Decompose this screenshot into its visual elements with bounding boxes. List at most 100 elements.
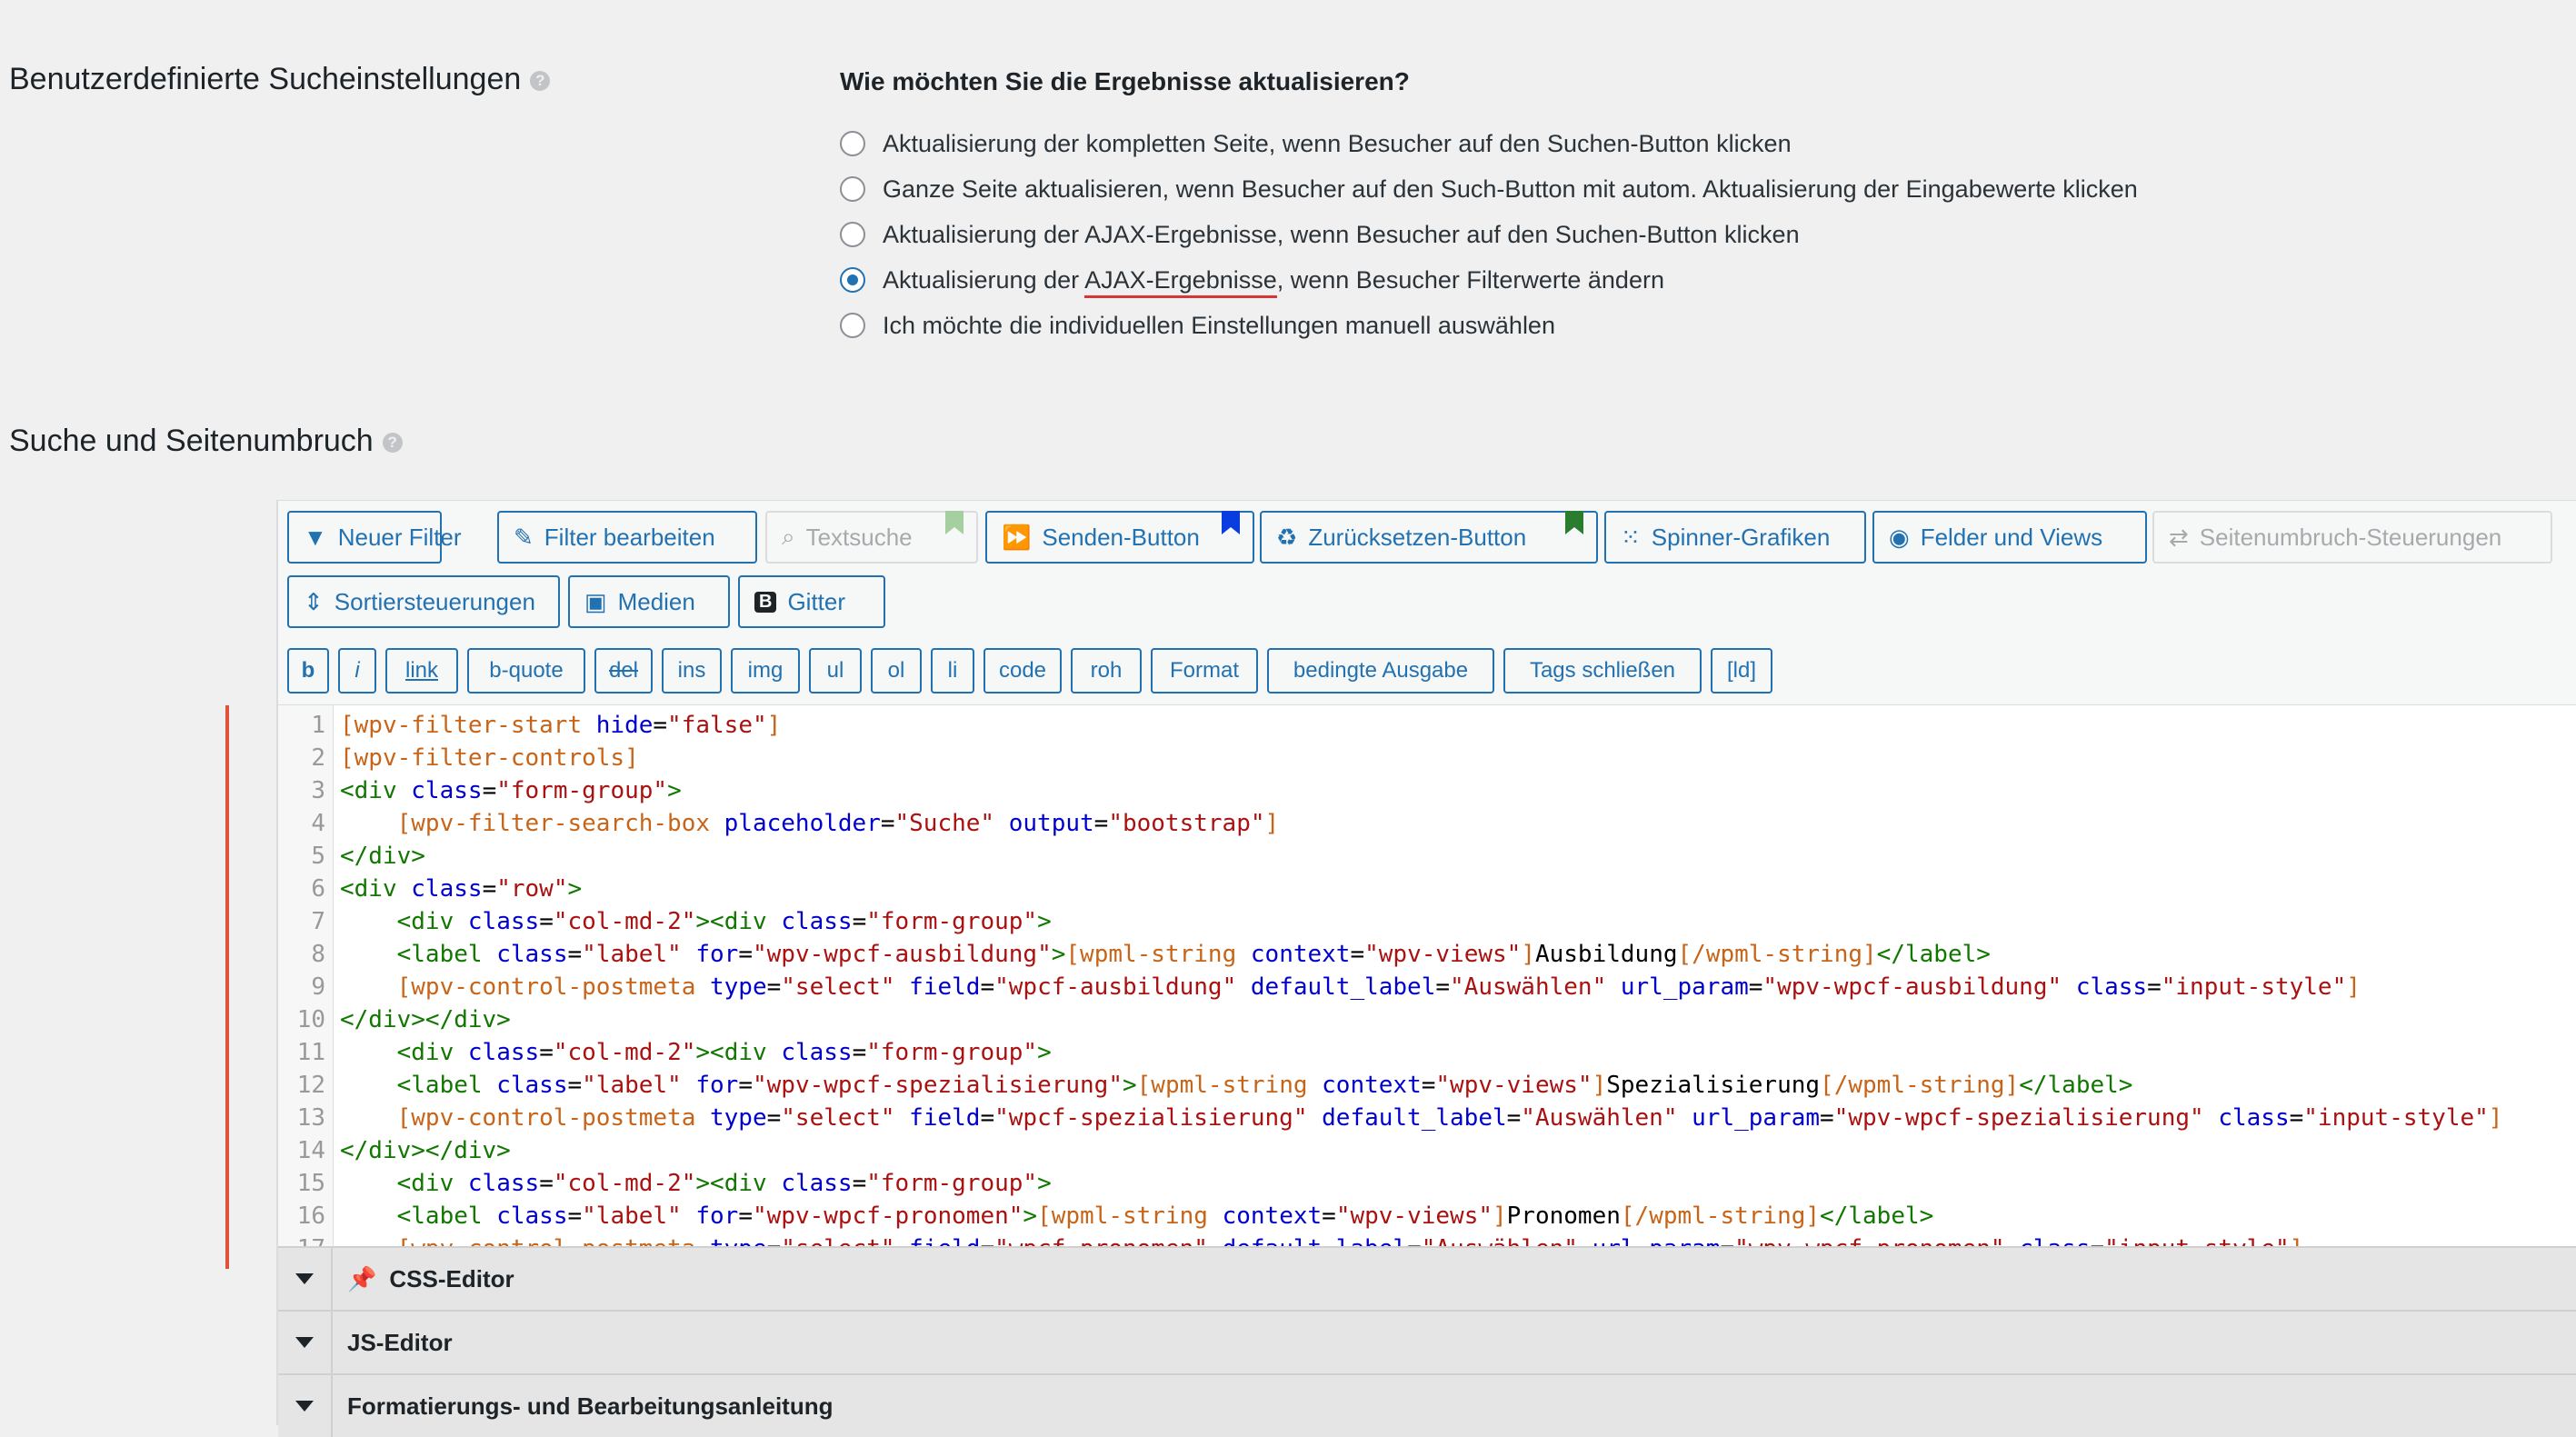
section-title-text: Suche und Seitenumbruch bbox=[9, 424, 374, 458]
caret-down-icon[interactable] bbox=[278, 1375, 333, 1437]
line-number: 2 bbox=[311, 744, 325, 772]
quicktag-code[interactable]: code bbox=[983, 648, 1062, 694]
radio-label: Aktualisierung der kompletten Seite, wen… bbox=[883, 129, 1792, 157]
text-search-button[interactable]: ⌕ Textsuche bbox=[765, 511, 978, 564]
code-text: <div class="row"> bbox=[340, 875, 583, 903]
panel-label: 📌 CSS-Editor bbox=[347, 1264, 514, 1292]
js-editor-panel[interactable]: JS-Editor bbox=[278, 1310, 2576, 1373]
line-number: 16 bbox=[296, 1202, 325, 1230]
radio-label: Ganze Seite aktualisieren, wenn Besucher… bbox=[883, 175, 2138, 203]
line-number: 9 bbox=[311, 973, 325, 1001]
line-number: 8 bbox=[311, 941, 325, 968]
quicktag-format[interactable]: Format bbox=[1151, 648, 1258, 694]
code-text: <div class="col-md-2"><div class="form-g… bbox=[396, 1170, 1052, 1197]
code-text: </div> bbox=[340, 843, 425, 870]
bookmark-icon bbox=[1222, 511, 1240, 534]
quicktag-ld[interactable]: [ld] bbox=[1711, 648, 1772, 694]
grid-button[interactable]: B Gitter bbox=[738, 575, 885, 628]
code-text: </div></div> bbox=[340, 1006, 511, 1033]
line-number: 11 bbox=[296, 1039, 325, 1066]
search-icon: ⌕ bbox=[782, 523, 795, 550]
radio-button[interactable] bbox=[840, 176, 865, 202]
quicktag-ul[interactable]: ul bbox=[809, 648, 862, 694]
line-number: 1 bbox=[311, 712, 325, 739]
bookmark-icon bbox=[945, 511, 964, 534]
line-number: 6 bbox=[311, 875, 325, 903]
quicktag-ins[interactable]: ins bbox=[662, 648, 722, 694]
caret-down-icon[interactable] bbox=[278, 1312, 333, 1373]
sort-icon: ⇕ bbox=[304, 587, 324, 615]
code-text: <label class="label" for="wpv-wpcf-ausbi… bbox=[396, 941, 1991, 968]
fields-and-views-button[interactable]: ◉ Felder und Views bbox=[1872, 511, 2147, 564]
code-text: <div class="form-group"> bbox=[340, 777, 682, 804]
quicktag-i[interactable]: i bbox=[338, 648, 376, 694]
radio-option-ajax-filter-change[interactable]: Aktualisierung der AJAX-Ergebnisse, wenn… bbox=[840, 262, 1664, 298]
line-number: 17 bbox=[278, 1232, 325, 1246]
line-number: 5 bbox=[311, 843, 325, 870]
radio-label: Ich möchte die individuellen Einstellung… bbox=[883, 311, 1555, 339]
editor-toolbar: ▼ Neuer Filter ✎ Filter bearbeiten ⌕ Textsu… bbox=[278, 500, 2576, 638]
radio-option-full-page[interactable]: Aktualisierung der kompletten Seite, wen… bbox=[840, 125, 1792, 162]
quicktag-b-quote[interactable]: b-quote bbox=[467, 648, 585, 694]
quicktag-roh[interactable]: roh bbox=[1071, 648, 1142, 694]
editor-focus-indicator bbox=[225, 705, 229, 1269]
media-button[interactable]: ▣ Medien bbox=[568, 575, 730, 628]
spinner-icon: ⁙ bbox=[1621, 523, 1641, 551]
spellcheck-underlined-word: AJAX-Ergebnisse bbox=[1084, 265, 1277, 298]
section-title-text: Benutzerdefinierte Sucheinstellungen bbox=[9, 62, 522, 96]
media-icon: ▣ bbox=[584, 587, 607, 615]
reset-button-button[interactable]: ♻ Zurücksetzen-Button bbox=[1260, 511, 1598, 564]
code-text: <label class="label" for="wpv-wpcf-spezi… bbox=[396, 1072, 2133, 1099]
radio-button[interactable] bbox=[840, 222, 865, 247]
code-text: [wpv-control-postmeta type="select" fiel… bbox=[396, 1104, 2503, 1132]
submit-button-button[interactable]: ⏩ Senden-Button bbox=[985, 511, 1254, 564]
help-icon[interactable]: ? bbox=[530, 71, 551, 92]
line-number: 15 bbox=[296, 1170, 325, 1197]
spinner-graphics-button[interactable]: ⁙ Spinner-Grafiken bbox=[1604, 511, 1866, 564]
pagination-icon: ⇄ bbox=[2169, 523, 2189, 551]
css-editor-panel[interactable]: 📌 CSS-Editor bbox=[278, 1246, 2576, 1310]
quicktag-img[interactable]: img bbox=[731, 648, 800, 694]
code-text: [wpv-filter-start hide="false"] bbox=[340, 712, 782, 739]
radio-label: Aktualisierung der AJAX-Ergebnisse, wenn… bbox=[883, 220, 1800, 248]
quicktags-toolbar: b i link b-quote del ins img ul ol li co… bbox=[278, 637, 2576, 705]
quicktag-li[interactable]: li bbox=[931, 648, 974, 694]
pagination-controls-button[interactable]: ⇄ Seitenumbruch-Steuerungen bbox=[2152, 511, 2552, 564]
code-text: [wpv-control-postmeta type="select" fiel… bbox=[340, 1232, 2304, 1246]
code-text: <div class="col-md-2"><div class="form-g… bbox=[396, 908, 1052, 935]
filter-editor: ▼ Neuer Filter ✎ Filter bearbeiten ⌕ Textsu… bbox=[276, 500, 2576, 1437]
line-number: 12 bbox=[296, 1072, 325, 1099]
edit-filter-button[interactable]: ✎ Filter bearbeiten bbox=[497, 511, 757, 564]
pin-icon: 📌 bbox=[347, 1264, 377, 1292]
quicktag-b[interactable]: b bbox=[287, 648, 329, 694]
quicktag-close-tags[interactable]: Tags schließen bbox=[1503, 648, 1702, 694]
radio-button[interactable] bbox=[840, 131, 865, 156]
radio-option-ajax-button[interactable]: Aktualisierung der AJAX-Ergebnisse, wenn… bbox=[840, 216, 1800, 253]
radio-option-full-page-auto[interactable]: Ganze Seite aktualisieren, wenn Besucher… bbox=[840, 171, 2138, 207]
radio-button-checked[interactable] bbox=[840, 267, 865, 293]
bootstrap-icon: B bbox=[754, 591, 777, 613]
eye-icon: ◉ bbox=[1889, 523, 1910, 551]
quicktag-conditional-output[interactable]: bedingte Ausgabe bbox=[1267, 648, 1494, 694]
caret-down-icon[interactable] bbox=[278, 1248, 333, 1310]
code-editor[interactable]: 1 [wpv-filter-start hide="false"] 2 [wpv-fi… bbox=[278, 705, 2576, 1246]
fast-forward-icon: ⏩ bbox=[1002, 523, 1032, 551]
code-text: <div class="col-md-2"><div class="form-g… bbox=[396, 1039, 1052, 1066]
quicktag-del[interactable]: del bbox=[594, 648, 653, 694]
radio-option-manual[interactable]: Ich möchte die individuellen Einstellung… bbox=[840, 307, 1555, 344]
quicktag-link[interactable]: link bbox=[385, 648, 458, 694]
recycle-icon: ♻ bbox=[1276, 523, 1298, 551]
line-number: 4 bbox=[311, 810, 325, 837]
radio-button[interactable] bbox=[840, 313, 865, 338]
edit-icon: ✎ bbox=[514, 523, 534, 551]
quicktag-ol[interactable]: ol bbox=[871, 648, 922, 694]
new-filter-button[interactable]: ▼ Neuer Filter bbox=[287, 511, 462, 564]
help-icon[interactable]: ? bbox=[382, 433, 403, 454]
bookmark-icon bbox=[1565, 511, 1583, 534]
sort-controls-button[interactable]: ⇕ Sortiersteuerungen bbox=[287, 575, 560, 628]
line-number: 13 bbox=[296, 1104, 325, 1132]
formatting-guide-panel[interactable]: Formatierungs- und Bearbeitungsanleitung bbox=[278, 1373, 2576, 1437]
section-title-pagination: Suche und Seitenumbruch? bbox=[9, 424, 403, 459]
panel-label: JS-Editor bbox=[347, 1328, 453, 1356]
line-number: 14 bbox=[296, 1137, 325, 1164]
